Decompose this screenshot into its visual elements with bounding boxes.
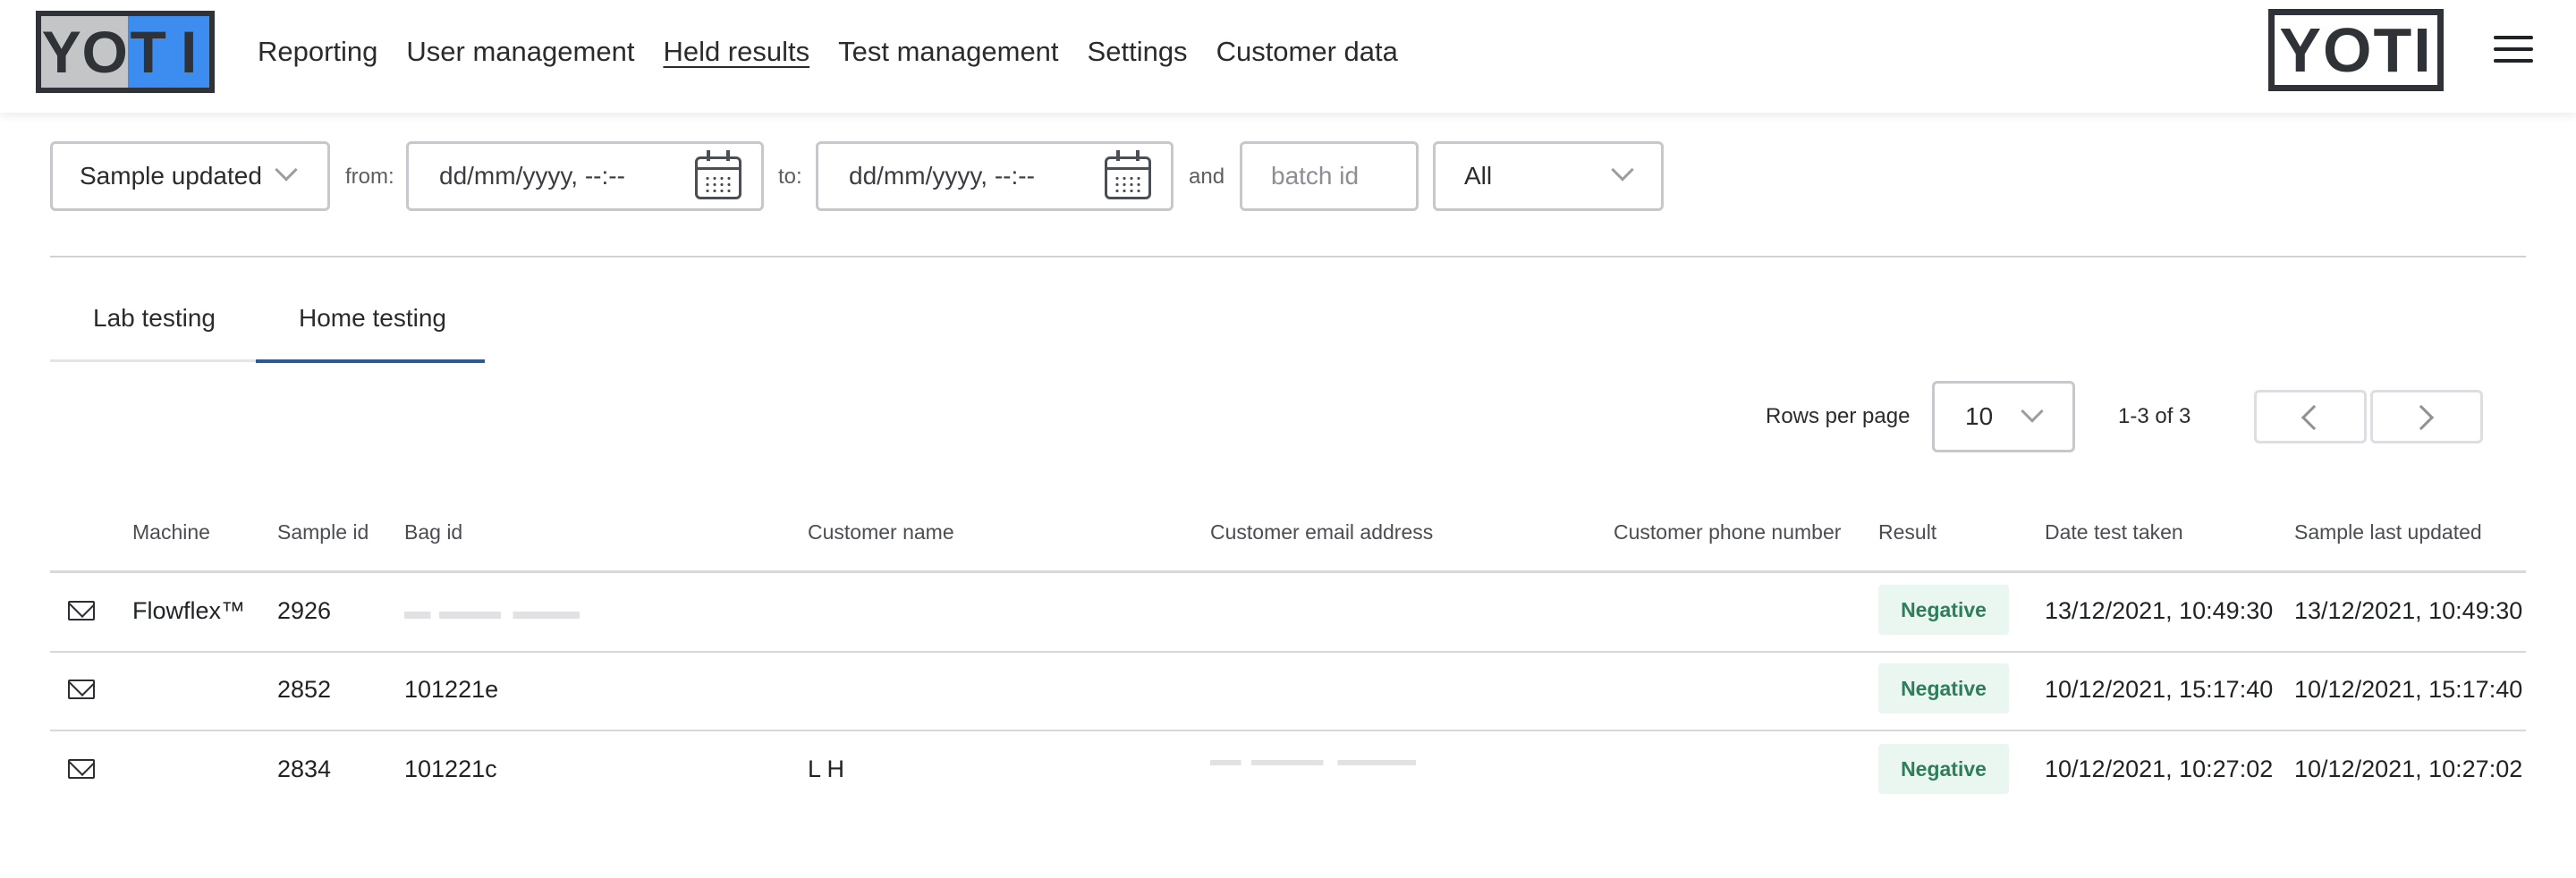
col-sample-id[interactable]: Sample id (277, 520, 369, 545)
result-badge: Negative (1878, 663, 2009, 713)
result-badge: Negative (1878, 585, 2009, 635)
email-icon[interactable] (68, 759, 95, 779)
from-label: from: (345, 165, 394, 189)
cell-date-taken: 10/12/2021, 15:17:40 (2045, 676, 2274, 703)
rows-per-page-label: Rows per page (1766, 404, 1911, 428)
cell-machine: Flowflex™ (132, 597, 246, 624)
email-icon[interactable] (68, 601, 95, 621)
col-machine[interactable]: Machine (132, 520, 210, 545)
col-customer-email[interactable]: Customer email address (1210, 520, 1433, 545)
cell-sample-id: 2926 (277, 597, 332, 624)
calendar-icon[interactable] (695, 150, 741, 199)
email-icon[interactable] (68, 680, 95, 699)
next-page-button[interactable] (2370, 390, 2483, 443)
rows-per-page-value: 10 (1965, 402, 1994, 430)
cell-sample-id: 2852 (277, 676, 332, 703)
to-date-placeholder: dd/mm/yyyy, --:-- (849, 162, 1035, 190)
date-type-select[interactable]: Sample updated (50, 141, 330, 211)
status-select[interactable]: All (1433, 141, 1664, 211)
menu-icon[interactable] (2494, 36, 2533, 66)
logo-letter-y: Y (41, 16, 82, 88)
cell-bag-id: 101221c (404, 756, 497, 782)
nav-held-results[interactable]: Held results (663, 36, 809, 68)
chevron-right-icon (2408, 404, 2435, 431)
chevron-down-icon (1611, 158, 1634, 182)
col-date-test-taken[interactable]: Date test taken (2045, 520, 2183, 545)
calendar-icon[interactable] (1105, 150, 1151, 199)
to-label: to: (778, 165, 802, 189)
yoti-logo[interactable]: Y O T I (36, 11, 215, 93)
chevron-down-icon (2021, 400, 2044, 423)
cell-date-taken: 10/12/2021, 10:27:02 (2045, 756, 2274, 782)
tab-underline (50, 359, 256, 362)
cell-sample-id: 2834 (277, 756, 332, 782)
tab-active-indicator (256, 359, 485, 363)
to-date-input[interactable]: dd/mm/yyyy, --:-- (816, 141, 1174, 211)
tab-lab-testing[interactable]: Lab testing (93, 304, 216, 333)
from-date-placeholder: dd/mm/yyyy, --:-- (439, 162, 625, 190)
logo-letter-t: T (127, 16, 169, 88)
chevron-left-icon (2301, 404, 2327, 431)
status-value: All (1464, 162, 1493, 190)
nav-customer-data[interactable]: Customer data (1216, 36, 1398, 68)
row-divider (50, 651, 2526, 653)
col-sample-last-updated[interactable]: Sample last updated (2294, 520, 2482, 545)
batch-id-placeholder: batch id (1271, 162, 1360, 190)
col-result[interactable]: Result (1878, 520, 1936, 545)
logo-letter-i: I (168, 16, 209, 88)
yoti-logo-right: YOTI (2268, 9, 2444, 91)
cell-last-updated: 10/12/2021, 10:27:02 (2294, 756, 2523, 782)
chevron-down-icon (275, 158, 298, 182)
prev-page-button[interactable] (2254, 390, 2367, 443)
logo-letter-o: O (81, 16, 128, 88)
from-date-input[interactable]: dd/mm/yyyy, --:-- (406, 141, 764, 211)
nav-reporting[interactable]: Reporting (258, 36, 377, 68)
date-type-value: Sample updated (80, 162, 262, 190)
batch-id-input[interactable]: batch id (1240, 141, 1419, 211)
table-header-divider (50, 570, 2526, 573)
and-label: and (1189, 165, 1225, 189)
nav-user-management[interactable]: User management (406, 36, 634, 68)
result-badge: Negative (1878, 744, 2009, 794)
redacted-email (1210, 760, 1416, 765)
tab-home-testing[interactable]: Home testing (299, 304, 446, 333)
col-bag-id[interactable]: Bag id (404, 520, 462, 545)
filter-divider (50, 256, 2526, 257)
cell-bag-id: 101221e (404, 676, 499, 703)
col-customer-phone[interactable]: Customer phone number (1614, 520, 1841, 545)
redacted-bag-id (404, 612, 580, 619)
logo-right-text: YOTI (2279, 15, 2433, 85)
col-customer-name[interactable]: Customer name (808, 520, 954, 545)
nav-test-management[interactable]: Test management (838, 36, 1058, 68)
row-divider (50, 730, 2526, 731)
main-nav: Reporting User management Held results T… (258, 36, 1398, 68)
cell-last-updated: 10/12/2021, 15:17:40 (2294, 676, 2523, 703)
pagination-range: 1-3 of 3 (2118, 404, 2191, 428)
cell-customer-name: L H (808, 756, 845, 782)
cell-last-updated: 13/12/2021, 10:49:30 (2294, 597, 2523, 624)
nav-settings[interactable]: Settings (1088, 36, 1188, 68)
top-header: Y O T I Reporting User management Held r… (0, 0, 2576, 113)
cell-date-taken: 13/12/2021, 10:49:30 (2045, 597, 2274, 624)
rows-per-page-select[interactable]: 10 (1932, 381, 2075, 452)
